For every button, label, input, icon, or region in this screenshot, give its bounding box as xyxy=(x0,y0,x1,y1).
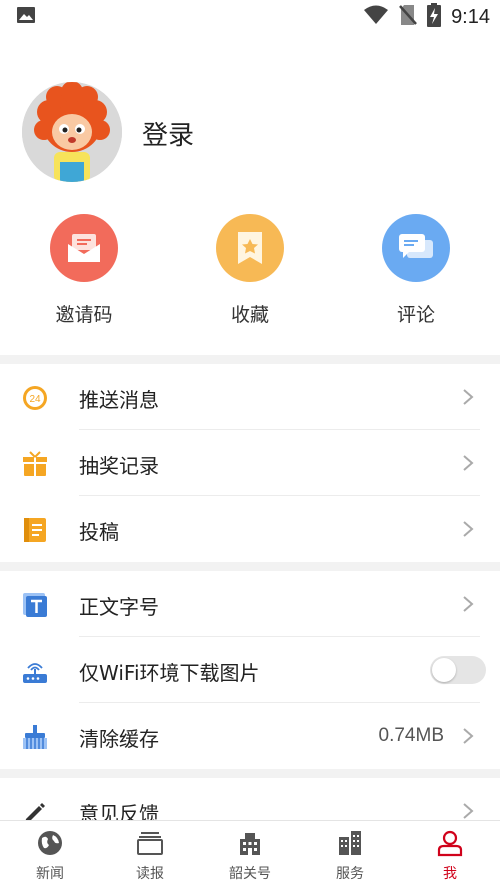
font-size-label: 正文字号 xyxy=(79,595,159,619)
cache-size-value: 0.74MB xyxy=(378,725,444,746)
building-icon xyxy=(236,829,264,857)
tab-newspaper-label: 读报 xyxy=(136,866,164,882)
notebook-icon xyxy=(22,517,48,543)
menu-item-wifi-only-images: 仅WiFi环境下载图片 xyxy=(0,637,500,703)
image-icon xyxy=(16,5,36,29)
tab-newspaper[interactable]: 读报 xyxy=(100,821,200,888)
user-icon xyxy=(436,829,464,857)
chevron-right-icon xyxy=(462,388,474,406)
chevron-right-icon xyxy=(462,454,474,472)
menu-item-clear-cache[interactable]: 清除缓存 0.74MB xyxy=(0,703,500,769)
push-messages-label: 推送消息 xyxy=(79,388,159,412)
chevron-right-icon xyxy=(462,595,474,613)
battery-charging-icon xyxy=(427,3,442,31)
section-divider xyxy=(0,562,500,571)
tab-me-label: 我 xyxy=(443,866,457,882)
status-time: 9:14 xyxy=(451,5,490,28)
wifi-only-images-label: 仅WiFi环境下载图片 xyxy=(79,661,260,685)
profile-section[interactable]: 登录 xyxy=(0,70,500,190)
brush-icon xyxy=(22,724,48,750)
chat-bubbles-icon xyxy=(382,214,450,282)
menu-item-push-messages[interactable]: 24 推送消息 xyxy=(0,364,500,430)
wifi-only-toggle[interactable] xyxy=(430,656,486,684)
chevron-right-icon xyxy=(462,520,474,538)
section-divider xyxy=(0,769,500,778)
globe-icon xyxy=(36,829,64,857)
clear-cache-label: 清除缓存 xyxy=(79,727,159,751)
newspaper-icon xyxy=(136,829,164,857)
login-label[interactable]: 登录 xyxy=(142,115,194,152)
menu-item-lottery-records[interactable]: 抽奖记录 xyxy=(0,430,500,496)
chevron-right-icon xyxy=(462,802,474,820)
comments-button[interactable]: 评论 xyxy=(346,210,486,327)
svg-text:24: 24 xyxy=(29,394,41,405)
bottom-tab-bar: 新闻 读报 韶关号 服务 我 xyxy=(0,820,500,888)
status-icons: 9:14 xyxy=(363,3,490,31)
city-icon xyxy=(336,829,364,857)
toggle-knob xyxy=(432,658,456,682)
wifi-icon xyxy=(363,5,389,29)
invite-code-button[interactable]: 邀请码 xyxy=(14,210,154,327)
mascot-avatar-icon[interactable] xyxy=(22,82,122,182)
bookmark-star-icon xyxy=(216,214,284,282)
submit-label: 投稿 xyxy=(79,520,119,544)
router-icon xyxy=(22,658,48,684)
tab-news-label: 新闻 xyxy=(36,866,64,882)
mail-icon xyxy=(50,214,118,282)
push-24-icon: 24 xyxy=(22,385,48,411)
font-size-icon xyxy=(22,592,48,618)
tab-shaoguan-label: 韶关号 xyxy=(229,866,271,882)
favorites-button[interactable]: 收藏 xyxy=(180,210,320,327)
tab-news[interactable]: 新闻 xyxy=(0,821,100,888)
chevron-right-icon xyxy=(462,727,474,745)
tab-services-label: 服务 xyxy=(336,866,364,882)
lottery-records-label: 抽奖记录 xyxy=(79,454,159,478)
section-divider xyxy=(0,355,500,364)
tab-shaoguan[interactable]: 韶关号 xyxy=(200,821,300,888)
invite-code-label: 邀请码 xyxy=(55,304,113,326)
tab-services[interactable]: 服务 xyxy=(300,821,400,888)
gift-icon xyxy=(22,451,48,477)
no-sim-icon xyxy=(399,4,417,30)
status-bar: 9:14 xyxy=(0,0,500,34)
quick-actions: 邀请码 收藏 评论 xyxy=(0,210,500,350)
favorites-label: 收藏 xyxy=(230,304,269,326)
menu-item-submit[interactable]: 投稿 xyxy=(0,496,500,562)
tab-me[interactable]: 我 xyxy=(400,821,500,888)
comments-label: 评论 xyxy=(396,304,435,326)
menu-item-font-size[interactable]: 正文字号 xyxy=(0,571,500,637)
